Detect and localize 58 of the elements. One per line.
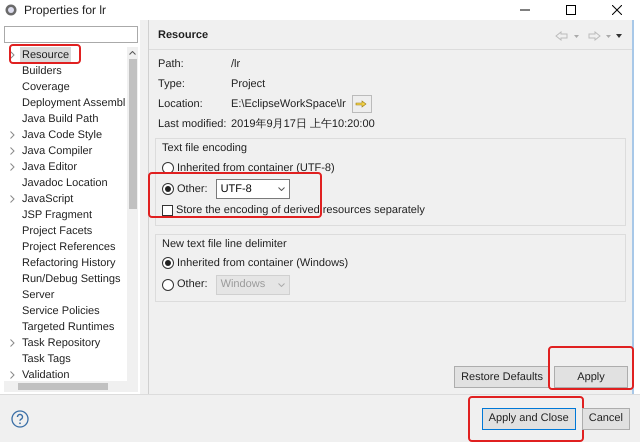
- tree-item[interactable]: Resource: [20, 46, 72, 64]
- navigation-arrows-icon[interactable]: [555, 30, 623, 40]
- page-button[interactable]: Restore Defaults: [454, 366, 550, 388]
- tree-item[interactable]: Refactoring History: [20, 254, 118, 272]
- arrow-icon: [354, 100, 369, 108]
- tree-item[interactable]: Server: [20, 286, 56, 304]
- checkbox-label: Store the encoding of derived resources separately: [176, 203, 425, 218]
- info-label: Type:: [158, 76, 186, 92]
- info-value: E:\EclipseWorkSpace\lr: [231, 96, 346, 112]
- help-icon[interactable]: [11, 410, 29, 428]
- tree-item[interactable]: Task Repository: [20, 334, 102, 352]
- tree-item[interactable]: Coverage: [20, 78, 72, 96]
- group-title: New text file line delimiter: [162, 236, 288, 252]
- tree-item[interactable]: Deployment Assembl: [20, 94, 128, 112]
- tree-item[interactable]: Java Code Style: [20, 126, 104, 144]
- page-button[interactable]: Apply: [554, 366, 628, 388]
- checkbox[interactable]: [162, 204, 173, 216]
- vertical-scrollbar[interactable]: [127, 47, 138, 381]
- dialog-button[interactable]: Apply and Close: [482, 408, 576, 430]
- info-value: 2019年9月17日 上午10:20:00: [231, 116, 375, 132]
- chevron-up-icon[interactable]: [129, 51, 136, 55]
- highlight-box: [9, 44, 81, 64]
- tree-item[interactable]: Project Facets: [20, 222, 94, 240]
- tree-item[interactable]: Service Policies: [20, 302, 102, 320]
- info-label: Last modified:: [158, 116, 228, 132]
- tree-item[interactable]: Task Tags: [20, 350, 73, 368]
- radio-button[interactable]: [162, 162, 174, 174]
- tree-item[interactable]: Validation: [20, 366, 72, 384]
- encoding-dropdown[interactable]: UTF-8: [216, 179, 290, 199]
- info-label: Path:: [158, 56, 185, 72]
- chevron-down-icon: [278, 282, 285, 286]
- info-value: Project: [231, 76, 266, 92]
- radio-label: Inherited from container (UTF-8): [177, 160, 335, 176]
- tree-item[interactable]: Java Build Path: [20, 110, 100, 128]
- radio-button[interactable]: [162, 183, 174, 195]
- tree-item[interactable]: Project References: [20, 238, 118, 256]
- tree-item[interactable]: Builders: [20, 62, 64, 80]
- radio-label: Other:: [177, 182, 208, 197]
- window-title: Properties for lr: [24, 2, 106, 19]
- filter-field[interactable]: [4, 26, 138, 43]
- info-value: /lr: [231, 56, 240, 72]
- page-title: Resource: [158, 28, 208, 44]
- open-location-button[interactable]: [352, 95, 372, 113]
- dialog-button[interactable]: Cancel: [582, 408, 630, 430]
- radio-label: Other:: [177, 277, 208, 292]
- radio-label: Inherited from container (Windows): [177, 256, 348, 271]
- tree-item[interactable]: Java Editor: [20, 158, 80, 176]
- tree-item[interactable]: JSP Fragment: [20, 206, 94, 224]
- tree-item[interactable]: Javadoc Location: [20, 174, 110, 192]
- chevron-down-icon: [278, 187, 285, 191]
- tree-item[interactable]: Java Compiler: [20, 142, 94, 160]
- tree-item[interactable]: Run/Debug Settings: [20, 270, 122, 288]
- info-label: Location:: [158, 96, 204, 112]
- horizontal-scrollbar[interactable]: [4, 381, 138, 392]
- radio-button[interactable]: [162, 257, 174, 270]
- group-title: Text file encoding: [162, 141, 248, 156]
- tree-item[interactable]: JavaScript: [20, 190, 76, 208]
- tree-item[interactable]: Targeted Runtimes: [20, 318, 116, 336]
